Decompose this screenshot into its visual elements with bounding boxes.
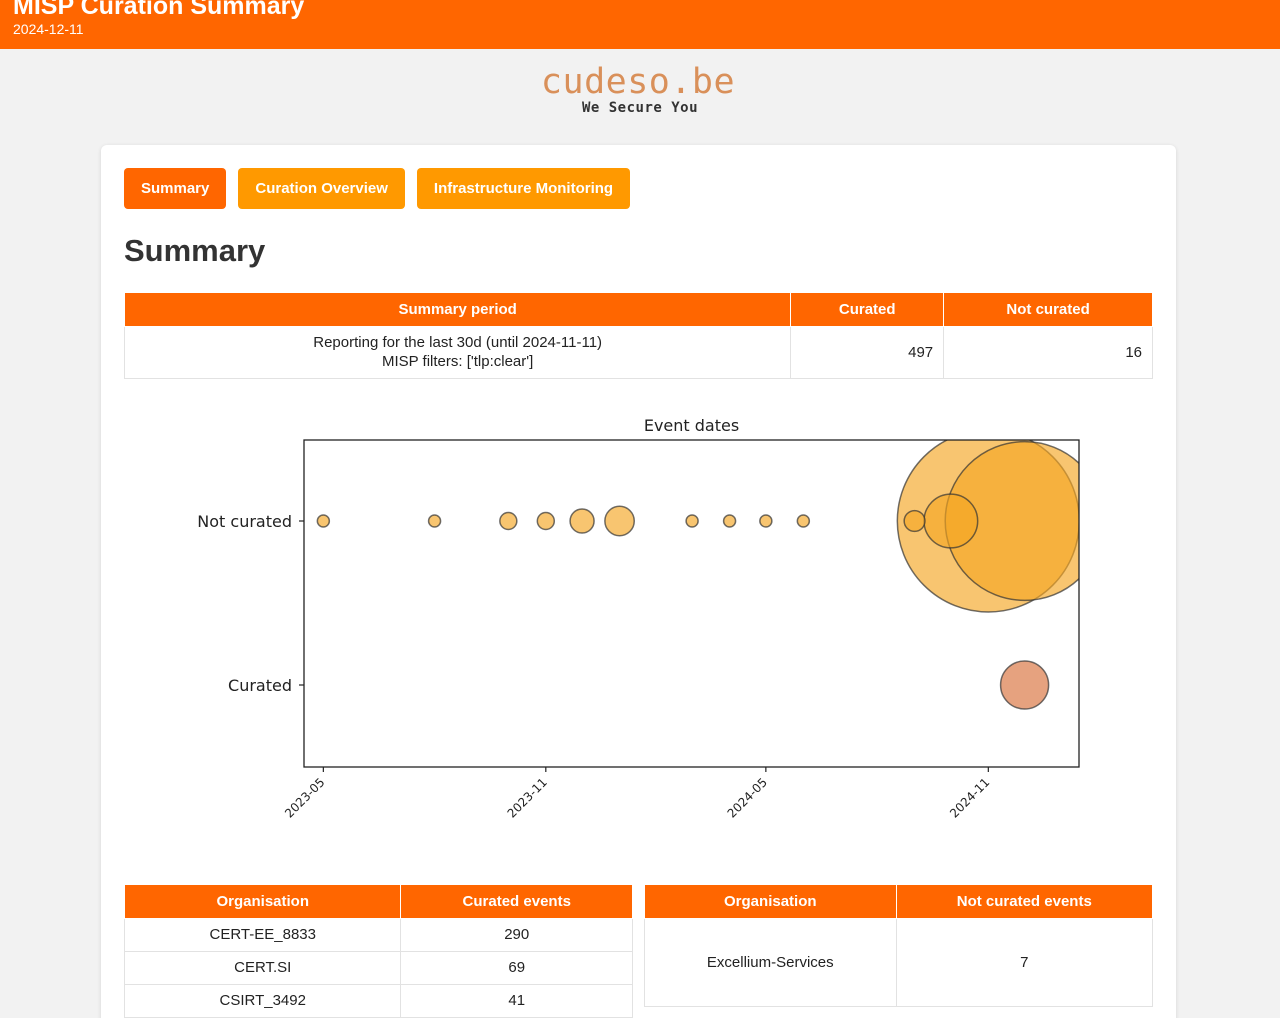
x-tick-label: 2024-11	[947, 775, 992, 820]
curated-events-cell: 290	[400, 917, 633, 952]
curated-table-header: Organisation Curated events	[123, 885, 633, 919]
curated-events-cell: 41	[400, 983, 633, 1018]
x-tick-label: 2023-11	[505, 775, 550, 820]
curated-by-organisation-table: Organisation Curated events CERT-EE_8833…	[123, 885, 633, 1018]
page-title: Summary	[124, 233, 266, 268]
report-title: MISP Curation Summary	[13, 0, 305, 20]
tab-curation-overview[interactable]: Curation Overview	[238, 168, 405, 209]
bubble-group	[316, 440, 1079, 710]
data-point	[316, 514, 331, 528]
logo-brand: cudeso.be	[540, 62, 736, 102]
y-tick-label: Curated	[228, 676, 292, 695]
chart-title: Event dates	[644, 416, 739, 435]
organisation-header: Organisation	[123, 885, 402, 919]
not-curated-table-header: Organisation Not curated events	[644, 885, 1154, 919]
not-curated-by-organisation-table: Organisation Not curated events Excelliu…	[644, 885, 1154, 1007]
data-point	[759, 514, 773, 528]
logo-tagline: We Secure You	[581, 100, 699, 116]
not-curated-events-cell: 7	[895, 917, 1154, 1007]
curated-events-cell: 69	[400, 950, 633, 985]
data-point	[536, 511, 556, 531]
curated-count: 497	[790, 325, 945, 379]
table-row: CERT-EE_8833 290	[123, 917, 633, 952]
tab-bar: Summary Curation Overview Infrastructure…	[124, 168, 631, 209]
tab-infrastructure-monitoring[interactable]: Infrastructure Monitoring	[416, 168, 631, 209]
summary-table: Summary period Curated Not curated Repor…	[123, 293, 1153, 379]
curated-events-header: Curated events	[400, 885, 633, 919]
data-point	[796, 514, 811, 528]
table-row: Excellium-Services 7	[644, 917, 1154, 1007]
x-tick-label: 2023-05	[282, 775, 327, 820]
organisation-header: Organisation	[644, 885, 897, 919]
organisation-cell: CERT.SI	[123, 950, 402, 985]
content-card: Summary Curation Overview Infrastructure…	[101, 145, 1176, 1018]
logo: cudeso.be We Secure You	[0, 62, 1276, 116]
table-row: Reporting for the last 30d (until 2024-1…	[123, 325, 1153, 379]
y-tick-label: Not curated	[197, 512, 292, 531]
report-date: 2024-12-11	[13, 21, 84, 37]
x-tick-label: 2024-05	[725, 775, 770, 820]
table-row: CERT.SI 69	[123, 950, 633, 985]
not-curated-count: 16	[943, 325, 1153, 379]
data-point	[923, 493, 979, 549]
summary-table-header: Summary period Curated Not curated	[123, 293, 1153, 327]
organisation-cell: Excellium-Services	[644, 917, 897, 1007]
misp-filters-text: MISP filters: ['tlp:clear']	[381, 353, 534, 370]
curated-header: Curated	[790, 293, 945, 327]
data-point	[569, 508, 595, 534]
data-point	[999, 660, 1050, 710]
data-point	[499, 511, 518, 531]
top-header-bar: MISP Curation Summary 2024-12-11	[0, 0, 1280, 49]
data-point	[722, 514, 737, 528]
table-row: CSIRT_3492 41	[123, 983, 633, 1018]
data-point	[685, 514, 699, 528]
organisation-cell: CSIRT_3492	[123, 983, 402, 1018]
not-curated-header: Not curated	[943, 293, 1153, 327]
data-point	[903, 509, 926, 533]
data-point	[604, 505, 636, 537]
summary-period-cell: Reporting for the last 30d (until 2024-1…	[123, 325, 792, 379]
tab-summary[interactable]: Summary	[124, 168, 227, 209]
event-dates-chart: Event dates Curated Not curated 2023-05 2023…	[197, 416, 1080, 821]
organisation-cell: CERT-EE_8833	[123, 917, 402, 952]
not-curated-events-header: Not curated events	[895, 885, 1154, 919]
data-point	[427, 514, 442, 528]
summary-period-header: Summary period	[123, 293, 792, 327]
period-text: Reporting for the last 30d (until 2024-1…	[313, 334, 603, 351]
